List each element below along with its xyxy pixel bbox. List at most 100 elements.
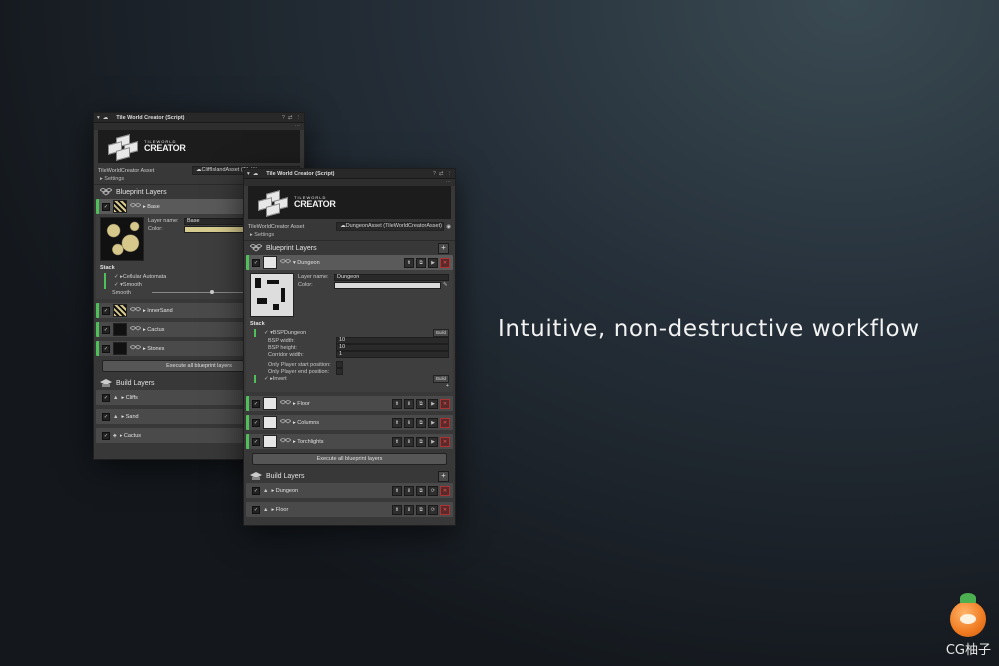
- object-picker-icon[interactable]: ◉: [446, 224, 451, 230]
- help-icon[interactable]: ?: [282, 115, 285, 121]
- build-button[interactable]: Build: [432, 329, 449, 337]
- delete-layer-button[interactable]: ✕: [440, 436, 450, 447]
- layer-toggle-checkbox[interactable]: ✓: [102, 393, 110, 402]
- move-down-button[interactable]: ⬇: [404, 485, 414, 496]
- stack-item[interactable]: ✓ ▸ Invert Build: [254, 375, 449, 383]
- more-menu-icon[interactable]: ⋮: [296, 115, 302, 121]
- layer-toggle-checkbox[interactable]: ✓: [102, 431, 110, 440]
- collapse-arrow-icon[interactable]: ▾: [247, 171, 250, 177]
- layer-toggle-checkbox[interactable]: ✓: [252, 418, 260, 427]
- duplicate-button[interactable]: ⧉: [416, 398, 426, 409]
- blueprint-layer-item[interactable]: ✓ ▸ Floor ⬆ ⬇ ⧉ ▶ ✕: [246, 396, 453, 411]
- player-end-checkbox[interactable]: [336, 368, 343, 375]
- build-layer-item[interactable]: ✓ ▲ ▸ Floor ⬆ ⬇ ⧉ ⟳ ✕: [246, 502, 453, 517]
- delete-layer-button[interactable]: ✕: [440, 504, 450, 515]
- add-stack-item-button[interactable]: +: [250, 383, 449, 389]
- corridor-width-input[interactable]: 1: [336, 351, 449, 358]
- duplicate-button[interactable]: ⧉: [416, 257, 426, 268]
- layer-toggle-checkbox[interactable]: ✓: [102, 412, 110, 421]
- logo-banner: TILEWORLD CREATOR: [248, 186, 451, 219]
- execute-layer-button[interactable]: ▶: [428, 436, 438, 447]
- delete-layer-button[interactable]: ✕: [440, 257, 450, 268]
- move-up-button[interactable]: ⬆: [392, 417, 402, 428]
- blueprint-layer-item[interactable]: ✓ ▸ Columns ⬆ ⬇ ⧉ ▶ ✕: [246, 415, 453, 430]
- preset-icon[interactable]: ⇄: [439, 171, 444, 177]
- move-down-button[interactable]: ⬇: [404, 436, 414, 447]
- layer-toggle-checkbox[interactable]: ✓: [252, 437, 260, 446]
- layer-toggle-checkbox[interactable]: ✓: [252, 486, 260, 495]
- link-icon: [280, 400, 291, 405]
- layer-name: Floor: [275, 506, 289, 513]
- stack-item-label: Invert: [272, 376, 287, 382]
- move-up-button[interactable]: ⬆: [404, 257, 414, 268]
- move-down-button[interactable]: ⬇: [404, 504, 414, 515]
- layer-thumbnail: [263, 256, 277, 269]
- layer-name-input[interactable]: Dungeon: [334, 273, 449, 281]
- layer-toggle-checkbox[interactable]: ✓: [252, 258, 260, 267]
- stack-item-check[interactable]: ✓ ▾: [114, 282, 123, 288]
- delete-layer-button[interactable]: ✕: [440, 417, 450, 428]
- preset-icon[interactable]: ⇄: [288, 115, 293, 121]
- help-icon[interactable]: ?: [433, 171, 436, 177]
- build-layers-header: Build Layers: [266, 472, 305, 480]
- stack-item-check[interactable]: ✓ ▸: [264, 376, 273, 382]
- execute-layer-button[interactable]: ▶: [428, 398, 438, 409]
- blueprint-layer-item[interactable]: ✓ ▸ Torchlights ⬆ ⬇ ⧉ ▶ ✕: [246, 434, 453, 449]
- stack-item[interactable]: ✓ ▾ BSPDungeon Build: [254, 329, 449, 337]
- color-swatch[interactable]: [334, 281, 441, 289]
- asset-field[interactable]: ☁DungeonAsset (TileWorldCreatorAsset): [336, 222, 445, 231]
- execute-layer-button[interactable]: ▶: [428, 257, 438, 268]
- add-build-layer-button[interactable]: +: [438, 470, 449, 482]
- layer-name: Dungeon: [297, 259, 320, 266]
- watermark-text: CG柚子: [945, 643, 991, 658]
- duplicate-button[interactable]: ⧉: [416, 485, 426, 496]
- stack-item-check[interactable]: ✓ ▾: [264, 330, 273, 336]
- stack-item-check[interactable]: ✓ ▸: [114, 274, 123, 280]
- eyedropper-icon[interactable]: ✎: [443, 282, 449, 288]
- settings-foldout[interactable]: ▸ Settings: [244, 231, 455, 241]
- move-up-button[interactable]: ⬆: [392, 398, 402, 409]
- move-up-button[interactable]: ⬆: [392, 504, 402, 515]
- logo-big-text: CREATOR: [294, 199, 336, 209]
- slider-knob[interactable]: [210, 290, 215, 294]
- layer-toggle-checkbox[interactable]: ✓: [102, 344, 110, 353]
- delete-layer-button[interactable]: ✕: [440, 485, 450, 496]
- execute-all-blueprint-button[interactable]: Execute all blueprint layers: [252, 453, 447, 465]
- layer-name: Cactus: [123, 432, 142, 439]
- delete-layer-button[interactable]: ✕: [440, 398, 450, 409]
- window-titlebar: ▾ ☁ Tile World Creator (Script) ? ⇄ ⋮: [94, 113, 304, 123]
- blueprint-layers-header: Blueprint Layers: [266, 244, 317, 252]
- duplicate-button[interactable]: ⧉: [416, 504, 426, 515]
- layer-name: Stones: [147, 345, 165, 352]
- layer-preview-map: [250, 273, 294, 317]
- layer-toggle-checkbox[interactable]: ✓: [102, 202, 110, 211]
- collapse-arrow-icon[interactable]: ▾: [97, 115, 100, 121]
- execute-layer-button[interactable]: ▶: [428, 417, 438, 428]
- build-button[interactable]: Build: [432, 375, 449, 383]
- bsp-width-input[interactable]: 10: [336, 337, 449, 344]
- refresh-button[interactable]: ⟳: [428, 504, 438, 515]
- player-start-checkbox[interactable]: [336, 361, 343, 368]
- mountain-icon: ▲: [113, 413, 119, 420]
- layer-preview-map: [100, 217, 144, 261]
- layer-name: Columns: [297, 419, 319, 426]
- refresh-button[interactable]: ⟳: [428, 485, 438, 496]
- build-layer-item[interactable]: ✓ ▲ ▸ Dungeon ⬆ ⬇ ⧉ ⟳ ✕: [246, 483, 453, 498]
- layer-toggle-checkbox[interactable]: ✓: [102, 325, 110, 334]
- move-up-button[interactable]: ⬆: [392, 436, 402, 447]
- more-menu-icon[interactable]: ⋮: [447, 171, 453, 177]
- move-down-button[interactable]: ⬇: [404, 417, 414, 428]
- layer-toggle-checkbox[interactable]: ✓: [102, 306, 110, 315]
- duplicate-button[interactable]: ⧉: [416, 436, 426, 447]
- layer-toggle-checkbox[interactable]: ✓: [252, 505, 260, 514]
- layer-toggle-checkbox[interactable]: ✓: [252, 399, 260, 408]
- dots-icon[interactable]: ···: [295, 123, 301, 130]
- duplicate-button[interactable]: ⧉: [416, 417, 426, 428]
- add-blueprint-layer-button[interactable]: +: [438, 242, 449, 254]
- blueprint-layer-item[interactable]: ✓ ▾ Dungeon ⬆ ⧉ ▶ ✕: [246, 255, 453, 270]
- move-up-button[interactable]: ⬆: [392, 485, 402, 496]
- dots-icon[interactable]: ···: [446, 179, 452, 186]
- bsp-height-input[interactable]: 10: [336, 344, 449, 351]
- tileworld-logo-icon: [106, 133, 138, 161]
- move-down-button[interactable]: ⬇: [404, 398, 414, 409]
